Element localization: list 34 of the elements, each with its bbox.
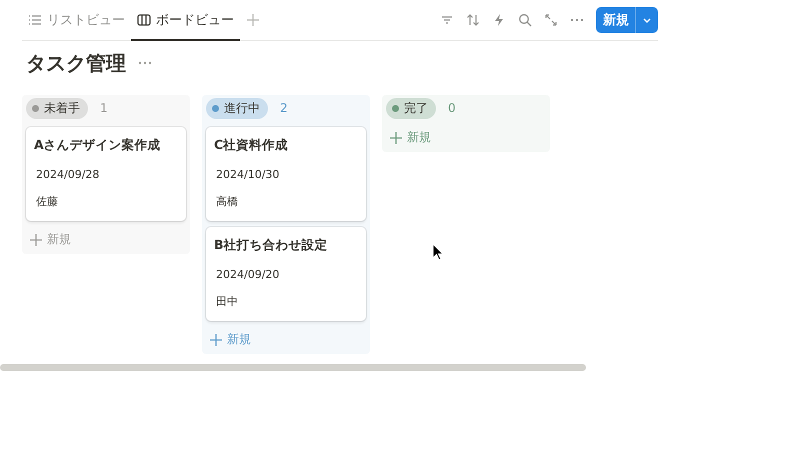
card-count: 0 [448, 101, 456, 115]
expand-icon[interactable] [544, 13, 558, 27]
card-count: 1 [100, 101, 108, 115]
card-count: 2 [280, 101, 288, 115]
more-icon[interactable] [138, 61, 152, 65]
card-assignee: 佐藤 [36, 194, 59, 209]
card-assignee: 田中 [216, 294, 239, 309]
plus-icon[interactable] [246, 13, 260, 27]
task-card[interactable]: Aさんデザイン案作成 2024/09/28 佐藤 [26, 127, 186, 221]
plus-icon [210, 334, 222, 346]
card-title: C社資料作成 [214, 137, 290, 154]
card-title: B社打ち合わせ設定 [214, 237, 329, 254]
plus-icon [30, 234, 42, 246]
view-tab[interactable]: ボードビュー [131, 0, 240, 40]
card-date: 2024/09/28 [36, 168, 100, 181]
columns-icon [137, 12, 151, 26]
lightning-icon[interactable] [492, 13, 506, 27]
card-date: 2024/09/20 [216, 268, 280, 281]
status-tag[interactable]: 進行中 [206, 98, 268, 118]
status-tag[interactable]: 完了 [386, 98, 436, 118]
new-button[interactable]: 新規 [596, 7, 658, 33]
card-date: 2024/10/30 [216, 168, 280, 181]
page-title: タスク管理 [26, 50, 126, 76]
scrollbar[interactable] [0, 364, 586, 371]
card-assignee: 高橋 [216, 194, 239, 209]
list-icon [28, 12, 42, 26]
cursor-icon [432, 243, 444, 261]
search-icon[interactable] [518, 13, 532, 27]
status-tag[interactable]: 未着手 [26, 98, 88, 118]
plus-icon [390, 132, 402, 144]
task-card[interactable]: B社打ち合わせ設定 2024/09/20 田中 [206, 227, 366, 321]
task-card[interactable]: C社資料作成 2024/10/30 高橋 [206, 127, 366, 221]
card-title: Aさんデザイン案作成 [34, 137, 162, 154]
sort-icon[interactable] [466, 13, 480, 27]
